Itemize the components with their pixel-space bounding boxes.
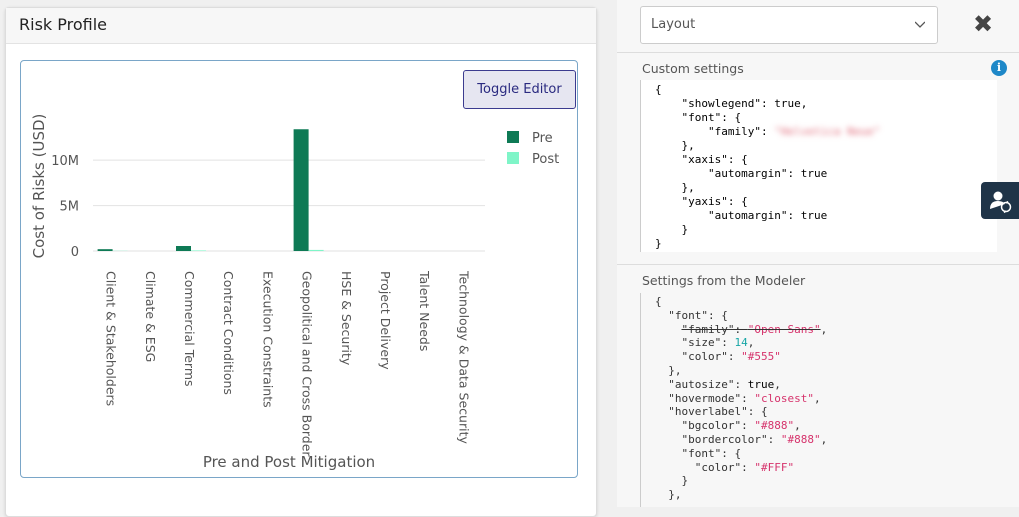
bar-pre — [294, 129, 309, 251]
info-icon[interactable]: i — [991, 60, 1007, 76]
legend-label: Pre — [532, 131, 553, 146]
x-tick-label: Climate & ESG — [143, 271, 158, 362]
close-icon[interactable]: ✖ — [969, 10, 997, 38]
x-tick-label: Contract Conditions — [221, 271, 236, 395]
bar-pre — [176, 246, 191, 251]
legend-swatch — [507, 152, 519, 164]
x-tick-label: Technology & Data Security — [456, 270, 471, 444]
chevron-down-icon — [915, 19, 925, 29]
card-title: Risk Profile — [6, 8, 596, 44]
x-tick-label: Geopolitical and Cross Border — [300, 271, 315, 457]
bar-post — [309, 250, 324, 251]
layout-dropdown[interactable]: Layout — [640, 6, 938, 44]
x-tick-label: Client & Stakeholders — [104, 271, 119, 406]
bar-post — [191, 250, 206, 251]
y-axis-label: Cost of Risks (USD) — [30, 114, 48, 259]
bar-chart: 0 5M 10MCost of Risks (USD) Client & Stakeh… — [21, 61, 577, 477]
y-tick-label: 0 — [71, 245, 79, 260]
bar-pre — [98, 249, 113, 251]
x-tick-label: Project Delivery — [378, 271, 393, 370]
x-tick-label: Commercial Terms — [182, 271, 197, 387]
toggle-editor-button[interactable]: Toggle Editor — [463, 70, 576, 109]
x-tick-label: Talent Needs — [417, 270, 432, 351]
custom-settings-editor[interactable]: { "showlegend": true, "font": { "family"… — [640, 80, 997, 252]
settings-panel: Layout ✖ Custom settings i { "showlegend… — [617, 0, 1019, 507]
modeler-settings-label: Settings from the Modeler — [642, 273, 805, 288]
legend-label: Post — [532, 152, 559, 167]
y-tick-label: 10M — [51, 154, 79, 169]
modeler-settings-editor: { "font": { "family": "Open Sans", "size… — [640, 293, 997, 507]
y-tick-label: 5M — [60, 200, 80, 215]
divider — [617, 264, 1019, 265]
legend-swatch — [507, 131, 519, 143]
user-sync-icon[interactable] — [981, 182, 1019, 219]
custom-settings-label: Custom settings — [642, 61, 744, 76]
x-axis-label: Pre and Post Mitigation — [203, 453, 375, 471]
divider — [617, 52, 1019, 53]
x-tick-label: Execution Constraints — [260, 271, 275, 408]
risk-profile-card: Risk Profile 0 5M 10MCost of Risks (USD) Cl… — [5, 7, 597, 517]
layout-dropdown-value: Layout — [651, 17, 695, 32]
x-tick-label: HSE & Security — [339, 271, 354, 366]
chart-container: 0 5M 10MCost of Risks (USD) Client & Stakeh… — [20, 60, 578, 478]
